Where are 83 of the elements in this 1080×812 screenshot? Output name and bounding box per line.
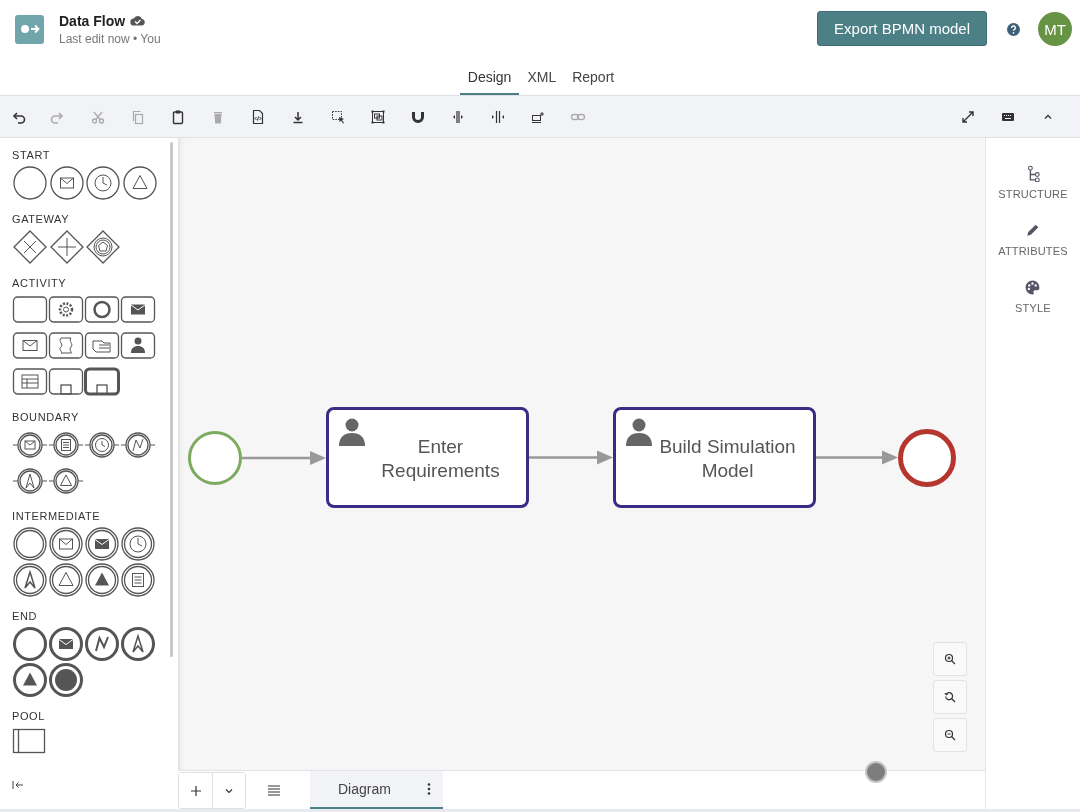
zoom-out-button[interactable]: [933, 718, 967, 752]
sequence-arrow[interactable]: [529, 450, 613, 465]
envelope-task-icon[interactable]: [12, 331, 48, 361]
document-title: Data Flow: [59, 12, 126, 29]
section-title: POOL: [12, 710, 46, 722]
plus-diamond-icon[interactable]: [48, 229, 85, 265]
panel-tab[interactable]: ATTRIBUTES: [998, 222, 1068, 257]
sequence-arrow[interactable]: [816, 450, 898, 465]
zoom-reset-icon: [944, 691, 956, 703]
task-icon[interactable]: [12, 295, 48, 325]
expand-icon[interactable]: [960, 108, 976, 125]
arrowhead-event-icon[interactable]: [120, 626, 156, 662]
envelope-task-icon[interactable]: [120, 295, 156, 325]
task-label: Build Simulation Model: [658, 434, 797, 483]
diagram-tab[interactable]: Diagram: [310, 771, 443, 809]
start-event[interactable]: [188, 431, 242, 485]
sequence-arrow[interactable]: [242, 451, 326, 465]
clock-event-icon[interactable]: [85, 165, 121, 201]
triangle-event-icon[interactable]: [12, 662, 48, 698]
code-file-icon[interactable]: [250, 108, 266, 125]
envelope-event-icon[interactable]: [84, 526, 120, 562]
section-title: ACTIVITY: [12, 277, 68, 289]
scrollbar[interactable]: [170, 142, 173, 657]
gear-task-icon[interactable]: [48, 295, 84, 325]
section-title: GATEWAY: [12, 213, 71, 225]
dot-event-icon[interactable]: [48, 662, 84, 698]
triangle-event-icon[interactable]: [48, 562, 84, 598]
section-title: INTERMEDIATE: [12, 510, 102, 522]
kebab-menu-icon[interactable]: [427, 783, 431, 795]
arrowhead-event-icon[interactable]: [12, 562, 48, 598]
ring-event-icon[interactable]: [12, 626, 48, 662]
last-edit-text: Last edit now • You: [59, 31, 162, 46]
app-logo[interactable]: [15, 14, 44, 44]
zoom-in-icon: [944, 653, 956, 665]
list-event-icon[interactable]: [120, 562, 156, 598]
person-task-icon[interactable]: [120, 331, 156, 361]
clock-event-icon[interactable]: [120, 526, 156, 562]
zoom-reset-button[interactable]: [933, 680, 967, 714]
person-icon: [624, 417, 654, 447]
end-event[interactable]: [898, 429, 956, 487]
x-diamond-icon[interactable]: [12, 229, 48, 265]
pool-icon[interactable]: [12, 726, 46, 756]
tab-label: Diagram: [338, 781, 391, 797]
pentagon-diamond-icon[interactable]: [85, 229, 121, 265]
merge-icon[interactable]: [490, 108, 506, 125]
panel-tab[interactable]: STYLE: [1015, 279, 1051, 314]
scroll-task-icon[interactable]: [48, 331, 84, 361]
export-button[interactable]: Export BPMN model: [817, 11, 987, 46]
table-task-icon[interactable]: [12, 367, 48, 397]
user-task[interactable]: Build Simulation Model: [613, 407, 816, 508]
ring-task-icon[interactable]: [84, 295, 120, 325]
select-area-icon[interactable]: [330, 108, 346, 125]
view-tab[interactable]: Report: [564, 58, 623, 95]
section-title: END: [12, 610, 39, 622]
person-icon: [337, 417, 367, 447]
palette-icon: [1024, 279, 1042, 296]
help-icon[interactable]: [1007, 22, 1020, 36]
diagram-canvas[interactable]: Enter Requirements Build Simulation Model: [178, 138, 985, 770]
circle-event-icon[interactable]: [12, 165, 48, 201]
envelope-event-icon[interactable]: [48, 626, 84, 662]
collapse-icon[interactable]: [12, 780, 24, 790]
user-task[interactable]: Enter Requirements: [326, 407, 529, 508]
ring-event-icon[interactable]: [12, 526, 48, 562]
cloud-check-icon: [130, 15, 146, 26]
zigzag-event-icon[interactable]: [84, 626, 120, 662]
section-title: START: [12, 149, 52, 161]
envelope-event-icon[interactable]: [48, 526, 84, 562]
task-label: Enter Requirements: [380, 434, 501, 483]
frame-icon[interactable]: [370, 108, 386, 125]
call-activity-icon[interactable]: [84, 367, 120, 397]
envelope-event-icon[interactable]: [48, 165, 85, 201]
user-avatar[interactable]: MT: [1038, 12, 1072, 46]
zoom-out-icon: [944, 729, 956, 741]
view-tab[interactable]: XML: [519, 58, 565, 95]
plus-icon: [189, 784, 202, 797]
list-icon[interactable]: [268, 784, 280, 796]
clipboard-icon[interactable]: [170, 108, 186, 125]
subprocess-icon[interactable]: [48, 367, 84, 397]
triangle-event-icon[interactable]: [84, 562, 120, 598]
section-title: BOUNDARY: [12, 411, 80, 423]
triangle-event-icon[interactable]: [121, 165, 158, 201]
panel-tab[interactable]: STRUCTURE: [998, 165, 1068, 200]
zoom-in-button[interactable]: [933, 642, 967, 676]
